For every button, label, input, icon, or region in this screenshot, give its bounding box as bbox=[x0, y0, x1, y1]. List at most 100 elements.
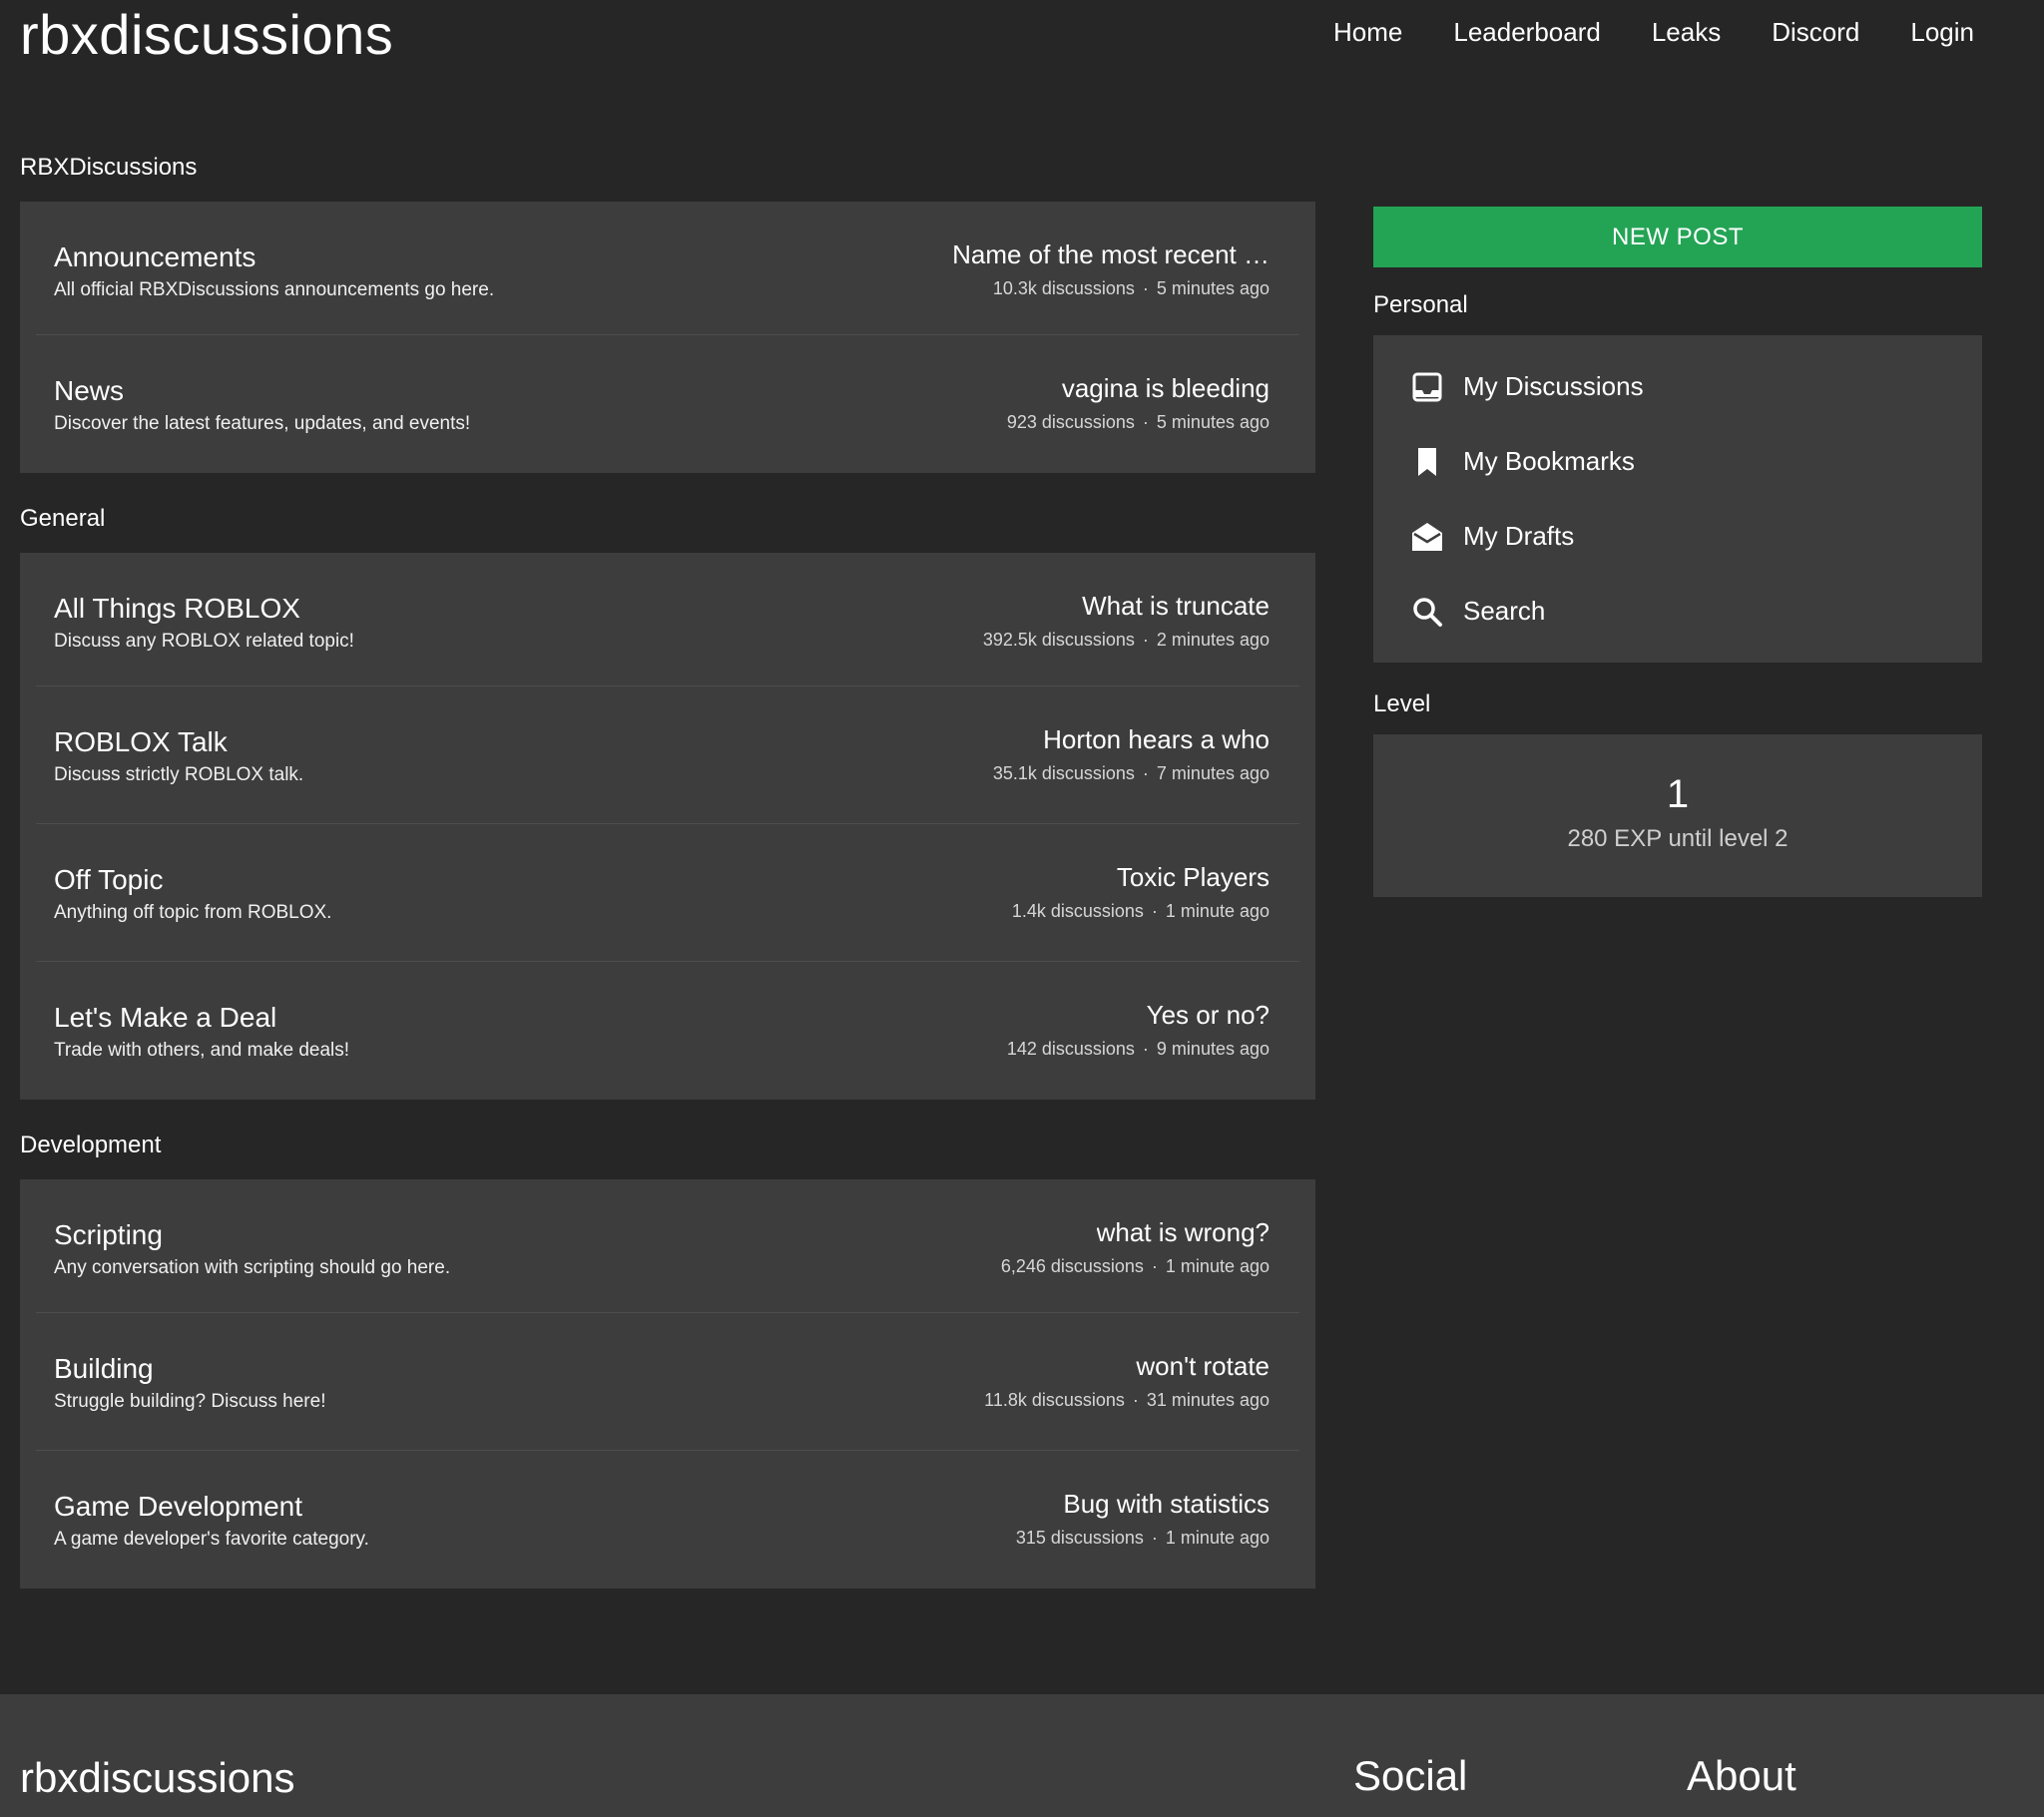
recent-post-link[interactable]: What is truncate bbox=[1082, 591, 1270, 622]
category-row[interactable]: Building Struggle building? Discuss here… bbox=[36, 1313, 1299, 1451]
category-meta: 35.1k discussions · 7 minutes ago bbox=[993, 763, 1270, 784]
category-title[interactable]: ROBLOX Talk bbox=[54, 726, 228, 758]
discussion-count: 35.1k discussions bbox=[992, 763, 1135, 783]
category-row[interactable]: All Things ROBLOX Discuss any ROBLOX rel… bbox=[36, 553, 1299, 686]
new-post-button[interactable]: NEW POST bbox=[1373, 207, 1982, 267]
discussion-count: 1.4k discussions bbox=[1011, 901, 1144, 921]
sidebar-item-my-drafts[interactable]: My Drafts bbox=[1373, 499, 1982, 574]
category-description: Discover the latest features, updates, a… bbox=[54, 413, 471, 434]
personal-title: Personal bbox=[1373, 291, 1468, 318]
sidebar-item-my-discussions[interactable]: My Discussions bbox=[1373, 349, 1982, 424]
sidebar-item-label: My Drafts bbox=[1463, 521, 1575, 551]
separator-dot: · bbox=[1151, 1528, 1158, 1548]
category-title[interactable]: Scripting bbox=[54, 1219, 163, 1251]
category-meta: 315 discussions · 1 minute ago bbox=[1016, 1528, 1270, 1549]
discussion-count: 923 discussions bbox=[1006, 412, 1135, 432]
category-row[interactable]: Announcements All official RBXDiscussion… bbox=[36, 202, 1299, 335]
site-logo[interactable]: rbxdiscussions bbox=[20, 2, 393, 67]
sidebar-item-label: My Bookmarks bbox=[1463, 446, 1635, 476]
section-panel-development: Scripting Any conversation with scriptin… bbox=[20, 1179, 1315, 1589]
personal-panel: My Discussions My Bookmarks My Drafts Se… bbox=[1373, 335, 1982, 663]
separator-dot: · bbox=[1132, 1390, 1139, 1410]
sidebar-item-my-bookmarks[interactable]: My Bookmarks bbox=[1373, 424, 1982, 499]
nav-home[interactable]: Home bbox=[1333, 17, 1402, 48]
recent-post-link[interactable]: vagina is bleeding bbox=[1062, 373, 1270, 404]
separator-dot: · bbox=[1142, 412, 1149, 432]
category-title[interactable]: All Things ROBLOX bbox=[54, 593, 300, 625]
category-row[interactable]: News Discover the latest features, updat… bbox=[36, 335, 1299, 473]
sidebar-item-label: My Discussions bbox=[1463, 371, 1644, 401]
footer: rbxdiscussions Social About bbox=[0, 1694, 2044, 1817]
separator-dot: · bbox=[1142, 763, 1149, 783]
category-row[interactable]: Game Development A game developer's favo… bbox=[36, 1451, 1299, 1589]
top-nav: Home Leaderboard Leaks Discord Login bbox=[1333, 17, 1974, 48]
category-meta: 1.4k discussions · 1 minute ago bbox=[1012, 901, 1270, 922]
discussion-count: 6,246 discussions bbox=[1000, 1256, 1144, 1276]
header: rbxdiscussions Home Leaderboard Leaks Di… bbox=[0, 0, 2044, 80]
sidebar: NEW POST Personal My Discussions My Book… bbox=[1373, 207, 1982, 897]
category-row[interactable]: Off Topic Anything off topic from ROBLOX… bbox=[36, 824, 1299, 962]
category-title[interactable]: Announcements bbox=[54, 241, 256, 273]
category-title[interactable]: Building bbox=[54, 1353, 154, 1385]
last-post-time: 9 minutes ago bbox=[1156, 1039, 1270, 1059]
category-title[interactable]: Let's Make a Deal bbox=[54, 1002, 276, 1034]
nav-login[interactable]: Login bbox=[1910, 17, 1974, 48]
section-title-general: General bbox=[20, 505, 106, 532]
nav-leaderboard[interactable]: Leaderboard bbox=[1453, 17, 1600, 48]
category-meta: 142 discussions · 9 minutes ago bbox=[1007, 1039, 1270, 1060]
section-title-development: Development bbox=[20, 1132, 162, 1158]
category-description: A game developer's favorite category. bbox=[54, 1529, 369, 1550]
separator-dot: · bbox=[1142, 630, 1149, 650]
category-meta: 10.3k discussions · 5 minutes ago bbox=[993, 278, 1270, 299]
recent-post-link[interactable]: Horton hears a who bbox=[1043, 724, 1270, 755]
drafts-icon bbox=[1409, 519, 1445, 555]
category-description: Any conversation with scripting should g… bbox=[54, 1257, 451, 1278]
recent-post-link[interactable]: Name of the most recent … bbox=[952, 239, 1270, 270]
category-row[interactable]: ROBLOX Talk Discuss strictly ROBLOX talk… bbox=[36, 686, 1299, 824]
recent-post-link[interactable]: won't rotate bbox=[1136, 1351, 1270, 1382]
sidebar-item-label: Search bbox=[1463, 596, 1546, 626]
inbox-icon bbox=[1409, 369, 1445, 405]
separator-dot: · bbox=[1142, 278, 1149, 298]
last-post-time: 2 minutes ago bbox=[1156, 630, 1270, 650]
footer-brand: rbxdiscussions bbox=[20, 1754, 295, 1801]
section-title-rbxdiscussions: RBXDiscussions bbox=[20, 154, 198, 181]
recent-post-link[interactable]: what is wrong? bbox=[1097, 1217, 1270, 1248]
recent-post-link[interactable]: Yes or no? bbox=[1147, 1000, 1270, 1031]
separator-dot: · bbox=[1151, 1256, 1158, 1276]
level-progress-text: 280 EXP until level 2 bbox=[1567, 825, 1788, 852]
category-description: Trade with others, and make deals! bbox=[54, 1040, 350, 1061]
recent-post-link[interactable]: Toxic Players bbox=[1117, 862, 1270, 893]
last-post-time: 1 minute ago bbox=[1165, 1528, 1270, 1548]
category-meta: 11.8k discussions · 31 minutes ago bbox=[984, 1390, 1270, 1411]
category-title[interactable]: Game Development bbox=[54, 1491, 302, 1523]
category-description: Discuss any ROBLOX related topic! bbox=[54, 631, 354, 652]
category-description: All official RBXDiscussions announcement… bbox=[54, 279, 495, 300]
search-icon bbox=[1409, 594, 1445, 630]
nav-discord[interactable]: Discord bbox=[1772, 17, 1859, 48]
level-value: 1 bbox=[1666, 772, 1690, 816]
category-description: Anything off topic from ROBLOX. bbox=[54, 902, 332, 923]
category-row[interactable]: Let's Make a Deal Trade with others, and… bbox=[36, 962, 1299, 1100]
last-post-time: 1 minute ago bbox=[1165, 901, 1270, 921]
last-post-time: 31 minutes ago bbox=[1146, 1390, 1270, 1410]
category-title[interactable]: News bbox=[54, 375, 124, 407]
last-post-time: 7 minutes ago bbox=[1156, 763, 1270, 783]
page: rbxdiscussions Home Leaderboard Leaks Di… bbox=[0, 0, 2044, 1817]
discussion-count: 142 discussions bbox=[1006, 1039, 1135, 1059]
category-description: Struggle building? Discuss here! bbox=[54, 1391, 326, 1412]
footer-social-heading: Social bbox=[1353, 1752, 1468, 1799]
category-row[interactable]: Scripting Any conversation with scriptin… bbox=[36, 1179, 1299, 1313]
footer-about-heading: About bbox=[1687, 1752, 1796, 1799]
discussion-count: 315 discussions bbox=[1015, 1528, 1144, 1548]
discussion-count: 11.8k discussions bbox=[984, 1390, 1125, 1410]
level-panel: 1 280 EXP until level 2 bbox=[1373, 734, 1982, 897]
category-meta: 392.5k discussions · 2 minutes ago bbox=[983, 630, 1270, 651]
last-post-time: 5 minutes ago bbox=[1156, 412, 1270, 432]
recent-post-link[interactable]: Bug with statistics bbox=[1063, 1489, 1270, 1520]
sidebar-item-search[interactable]: Search bbox=[1373, 574, 1982, 649]
category-title[interactable]: Off Topic bbox=[54, 864, 163, 896]
bookmark-icon bbox=[1409, 444, 1445, 480]
category-description: Discuss strictly ROBLOX talk. bbox=[54, 764, 304, 785]
nav-leaks[interactable]: Leaks bbox=[1652, 17, 1721, 48]
